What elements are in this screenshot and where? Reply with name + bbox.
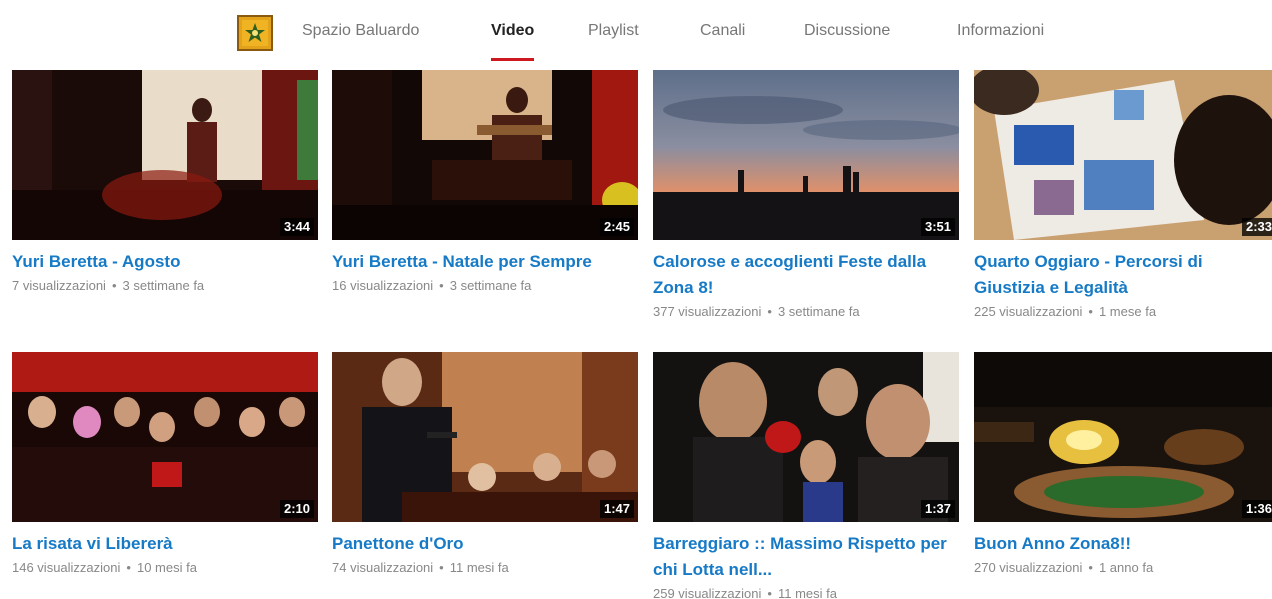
video-thumbnail[interactable]: 2:33	[974, 70, 1272, 240]
video-meta: 146 visualizzazioni • 10 mesi fa	[12, 559, 318, 577]
view-count: 259 visualizzazioni	[653, 586, 762, 599]
tab-playlist[interactable]: Playlist	[588, 22, 639, 64]
video-duration: 1:37	[920, 500, 955, 518]
tab-informazioni[interactable]: Informazioni	[957, 22, 1044, 64]
tab-video[interactable]: Video	[491, 22, 535, 64]
video-thumbnail[interactable]: 1:36	[974, 352, 1272, 522]
video-title[interactable]: Yuri Beretta - Natale per Sempre	[332, 249, 638, 275]
thumbnail-image	[653, 70, 959, 240]
meta-separator: •	[1088, 560, 1093, 575]
thumbnail-image	[332, 352, 638, 522]
tab-channel-home[interactable]: Spazio Baluardo	[302, 22, 419, 64]
upload-age: 11 mesi fa	[449, 560, 509, 575]
video-meta: 7 visualizzazioni • 3 settimane fa	[12, 277, 318, 295]
video-meta: 16 visualizzazioni • 3 settimane fa	[332, 277, 638, 295]
thumbnail-image	[974, 70, 1272, 240]
video-title[interactable]: Quarto Oggiaro - Percorsi di Giustizia e…	[974, 249, 1272, 301]
video-thumbnail[interactable]: 2:10	[12, 352, 318, 522]
video-meta: 225 visualizzazioni • 1 mese fa	[974, 303, 1272, 321]
upload-age: 3 settimane fa	[122, 278, 205, 293]
video-thumbnail[interactable]: 1:37	[653, 352, 959, 522]
video-title[interactable]: Buon Anno Zona8!!	[974, 531, 1272, 557]
view-count: 7 visualizzazioni	[12, 278, 106, 293]
video-duration: 2:45	[599, 218, 634, 236]
video-card: 1:47 Panettone d'Oro 74 visualizzazioni •…	[332, 352, 638, 577]
meta-separator: •	[111, 278, 117, 293]
video-meta: 259 visualizzazioni • 11 mesi fa	[653, 585, 959, 599]
video-card: 2:45 Yuri Beretta - Natale per Sempre 16…	[332, 70, 638, 295]
upload-age: 3 settimane fa	[777, 304, 860, 319]
meta-separator: •	[767, 586, 772, 599]
video-thumbnail[interactable]: 1:47	[332, 352, 638, 522]
video-title[interactable]: Yuri Beretta - Agosto	[12, 249, 318, 275]
video-thumbnail[interactable]: 2:45	[332, 70, 638, 240]
video-duration: 1:47	[599, 500, 634, 518]
thumbnail-image	[653, 352, 959, 522]
video-title[interactable]: Panettone d'Oro	[332, 531, 638, 557]
tab-canali[interactable]: Canali	[700, 22, 745, 64]
video-card: 1:36 Buon Anno Zona8!! 270 visualizzazio…	[974, 352, 1272, 577]
video-title[interactable]: La risata vi Libererà	[12, 531, 318, 557]
video-duration: 3:44	[279, 218, 314, 236]
view-count: 270 visualizzazioni	[974, 560, 1083, 575]
meta-separator: •	[767, 304, 772, 319]
view-count: 74 visualizzazioni	[332, 560, 434, 575]
view-count: 377 visualizzazioni	[653, 304, 762, 319]
channel-nav: Spazio Baluardo Video Playlist Canali Di…	[0, 0, 1272, 66]
thumbnail-image	[974, 352, 1272, 522]
tab-discussione[interactable]: Discussione	[804, 22, 890, 64]
thumbnail-image	[12, 70, 318, 240]
video-duration: 1:36	[1241, 500, 1272, 518]
video-thumbnail[interactable]: 3:51	[653, 70, 959, 240]
thumbnail-image	[332, 70, 638, 240]
video-meta: 270 visualizzazioni • 1 anno fa	[974, 559, 1272, 577]
meta-separator: •	[439, 560, 444, 575]
upload-age: 10 mesi fa	[136, 560, 197, 575]
view-count: 225 visualizzazioni	[974, 304, 1083, 319]
upload-age: 3 settimane fa	[449, 278, 532, 293]
video-card: 3:44 Yuri Beretta - Agosto 7 visualizzaz…	[12, 70, 318, 295]
video-duration: 2:33	[1241, 218, 1272, 236]
view-count: 146 visualizzazioni	[12, 560, 121, 575]
channel-logo-icon	[242, 20, 268, 46]
video-card: 2:33 Quarto Oggiaro - Percorsi di Giusti…	[974, 70, 1272, 321]
upload-age: 1 anno fa	[1098, 560, 1154, 575]
video-card: 2:10 La risata vi Libererà 146 visualizz…	[12, 352, 318, 577]
video-meta: 377 visualizzazioni • 3 settimane fa	[653, 303, 959, 321]
video-title[interactable]: Barreggiaro :: Massimo Rispetto per chi …	[653, 531, 959, 583]
video-duration: 3:51	[920, 218, 955, 236]
video-thumbnail[interactable]: 3:44	[12, 70, 318, 240]
channel-avatar[interactable]	[237, 15, 273, 51]
meta-separator: •	[439, 278, 444, 293]
thumbnail-image	[12, 352, 318, 522]
video-card: 1:37 Barreggiaro :: Massimo Rispetto per…	[653, 352, 959, 599]
video-card: 3:51 Calorose e accoglienti Feste dalla …	[653, 70, 959, 321]
upload-age: 1 mese fa	[1098, 304, 1157, 319]
video-meta: 74 visualizzazioni • 11 mesi fa	[332, 559, 638, 577]
meta-separator: •	[1088, 304, 1093, 319]
view-count: 16 visualizzazioni	[332, 278, 434, 293]
meta-separator: •	[126, 560, 131, 575]
video-duration: 2:10	[279, 500, 314, 518]
video-title[interactable]: Calorose e accoglienti Feste dalla Zona …	[653, 249, 959, 301]
upload-age: 11 mesi fa	[777, 586, 837, 599]
